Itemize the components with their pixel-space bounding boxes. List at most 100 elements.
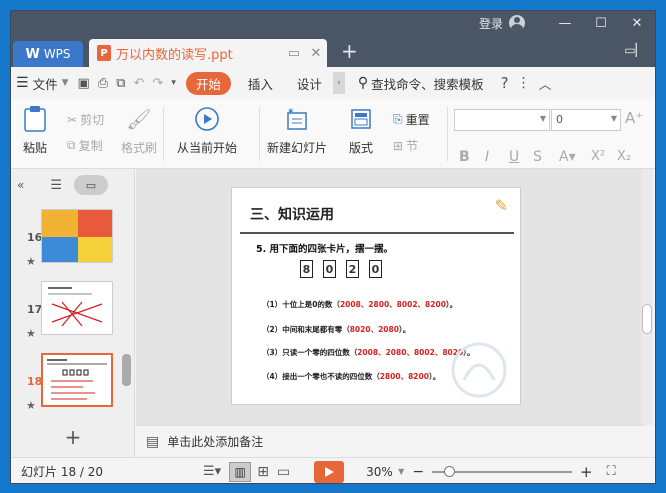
monitor-icon[interactable]: ▭ xyxy=(283,42,305,64)
layout-button[interactable]: 版式 xyxy=(347,105,375,156)
customize-dropdown-icon[interactable]: ▾ xyxy=(167,78,180,88)
scissors-icon: ✂ xyxy=(67,112,78,127)
slide-sorter-view-icon[interactable]: ⊞ xyxy=(257,464,269,480)
answer-prefix: （4）接出一个零也不读的四位数（ xyxy=(262,372,380,381)
slide-counter: 幻灯片 18 / 20 xyxy=(21,465,104,479)
sidebar-toggle-icon[interactable]: ▭▏ xyxy=(624,43,645,57)
cut-label: 剪切 xyxy=(80,113,105,127)
cut-button[interactable]: ✂ 剪切 xyxy=(67,111,104,128)
zoom-in-icon[interactable]: + xyxy=(580,463,593,481)
new-slide-button[interactable]: ✶ 新建幻灯片 xyxy=(267,105,327,156)
slides-panel-scrollbar[interactable] xyxy=(122,354,131,386)
superscript-icon[interactable]: X² xyxy=(591,149,605,164)
underline-icon[interactable]: U xyxy=(509,149,519,165)
save-icon[interactable]: ▣ xyxy=(74,76,94,91)
reset-icon: ⎘ xyxy=(393,112,403,126)
chevron-down-icon: ▼ xyxy=(539,114,546,123)
italic-icon[interactable]: I xyxy=(485,149,489,165)
play-from-current-label: 从当前开始 xyxy=(177,141,238,155)
undo-icon[interactable]: ↶ xyxy=(130,76,149,91)
pencil-decoration-icon: ✎ xyxy=(494,196,508,215)
ppt-file-icon: P xyxy=(97,45,111,61)
ribbon-scroll-right-icon[interactable]: › xyxy=(332,72,345,94)
close-tab-icon[interactable]: ✕ xyxy=(305,42,327,64)
print-preview-icon[interactable]: ⧉ xyxy=(112,76,129,91)
maximize-icon[interactable]: ☐ xyxy=(583,11,619,35)
slideshow-play-button[interactable] xyxy=(314,460,345,483)
slides-panel: « ☰ ▭ 16 ★ 17 ★ 18 ★ + xyxy=(11,169,135,457)
answer-line: （1）十位上是0的数（2008、2800、8002、8200）。 xyxy=(262,299,457,310)
answer-line: （2）中间和末尾都有零（8020、2080）。 xyxy=(262,324,410,335)
help-icon[interactable]: ? xyxy=(497,74,513,92)
answer-suffix: ）。 xyxy=(398,325,411,334)
zoom-level[interactable]: 30% xyxy=(366,465,396,479)
play-circle-icon xyxy=(193,105,221,133)
tab-wps-home[interactable]: W WPS xyxy=(13,41,83,67)
login-link[interactable]: 登录 xyxy=(479,15,503,32)
reset-label: 重置 xyxy=(405,113,430,127)
file-menu[interactable]: ☰ 文件 ▼ xyxy=(11,71,74,95)
fit-window-icon[interactable]: ⛶ xyxy=(607,464,616,479)
layout-label: 版式 xyxy=(348,141,373,155)
slides-panel-header: « ☰ ▭ xyxy=(11,169,134,201)
tab-start[interactable]: 开始 xyxy=(185,71,231,95)
thumbnail-view-icon[interactable]: ▭ xyxy=(74,175,108,195)
svg-text:✶: ✶ xyxy=(287,107,295,117)
font-color-icon[interactable]: A▾ xyxy=(559,149,576,165)
format-painter-button[interactable]: 🖌 格式刷 xyxy=(121,105,157,156)
notes-area[interactable]: ▤ 单击此处添加备注 xyxy=(136,425,644,457)
tab-insert[interactable]: 插入 xyxy=(243,71,278,95)
avatar-icon[interactable] xyxy=(509,15,525,31)
star-icon: ★ xyxy=(26,399,36,412)
subscript-icon[interactable]: X₂ xyxy=(617,149,631,164)
font-family-select[interactable]: ▼ xyxy=(454,109,550,131)
zoom-out-icon[interactable]: − xyxy=(412,464,424,480)
font-grow-icon[interactable]: A⁺ xyxy=(625,109,643,127)
collapse-panel-icon[interactable]: « xyxy=(17,178,24,192)
print-icon[interactable]: ⎙ xyxy=(94,76,112,91)
clipboard-icon xyxy=(21,105,49,133)
font-size-select[interactable]: 0 ▼ xyxy=(551,109,621,131)
play-from-current-button[interactable]: 从当前开始 xyxy=(177,105,237,156)
current-slide[interactable]: 三、知识运用 ✎ 5. 用下面的四张卡片，摆一摆。 8 0 2 0 （1）十位上… xyxy=(231,187,521,405)
tab-strip: W WPS P 万以内数的读写.ppt ▭ ✕ + xyxy=(11,37,358,67)
reset-button[interactable]: ⎘ 重置 xyxy=(393,111,430,128)
collapse-ribbon-icon[interactable]: ︿ xyxy=(535,74,556,93)
notes-icon: ▤ xyxy=(146,433,160,450)
canvas-scrollbar[interactable] xyxy=(641,169,653,425)
menu-bar: ☰ 文件 ▼ ▣ ⎙ ⧉ ↶ ↷ ▾ 开始 插入 设计 › ⚲ 查找命令、搜索模… xyxy=(11,67,655,99)
cartoon-doraemon-image xyxy=(42,237,78,262)
more-icon[interactable]: ⋮ xyxy=(513,75,535,91)
zoom-slider-knob[interactable] xyxy=(444,465,456,477)
answer-suffix: ）。 xyxy=(445,300,458,309)
add-slide-button[interactable]: + xyxy=(11,421,135,453)
paste-button[interactable]: 粘贴 xyxy=(21,105,49,156)
tab-design[interactable]: 设计 xyxy=(292,71,327,95)
strikethrough-icon[interactable]: S xyxy=(533,149,542,165)
bold-icon[interactable]: B xyxy=(459,149,470,165)
layout-icon xyxy=(347,105,375,133)
number-card: 0 xyxy=(369,260,382,278)
reading-view-icon[interactable]: ▭ xyxy=(277,464,290,480)
slide-title: 三、知识运用 xyxy=(250,207,334,223)
chevron-down-icon: ▼ xyxy=(610,114,617,123)
section-button[interactable]: ⊞ 节 xyxy=(393,137,418,154)
tab-document[interactable]: P 万以内数的读写.ppt ▭ ✕ xyxy=(89,39,327,67)
normal-view-icon[interactable]: ▥ xyxy=(229,461,252,482)
minimize-icon[interactable]: — xyxy=(547,11,583,35)
tab-wps-label: WPS xyxy=(43,47,71,61)
section-icon: ⊞ xyxy=(393,138,404,153)
wps-logo-icon: W xyxy=(25,46,40,62)
search-command[interactable]: ⚲ 查找命令、搜索模板 xyxy=(353,71,489,95)
close-icon[interactable]: ✕ xyxy=(619,11,655,35)
outline-view-icon[interactable]: ☰ xyxy=(50,178,62,193)
zoom-dropdown-icon[interactable]: ▼ xyxy=(398,467,404,476)
redo-icon[interactable]: ↷ xyxy=(148,76,167,91)
new-tab-button[interactable]: + xyxy=(341,39,358,63)
canvas-scrollbar-thumb[interactable] xyxy=(642,304,652,334)
ribbon: 粘贴 ✂ 剪切 ⧉ 复制 🖌 格式刷 从当前开始 ✶ 新建幻灯片 版式 ⎘ 重置… xyxy=(11,99,655,169)
slide-thumbnail-image xyxy=(41,353,113,407)
copy-button[interactable]: ⧉ 复制 xyxy=(67,137,103,154)
notes-toggle-icon[interactable]: ☰▾ xyxy=(203,464,221,479)
zoom-slider[interactable] xyxy=(432,465,573,477)
